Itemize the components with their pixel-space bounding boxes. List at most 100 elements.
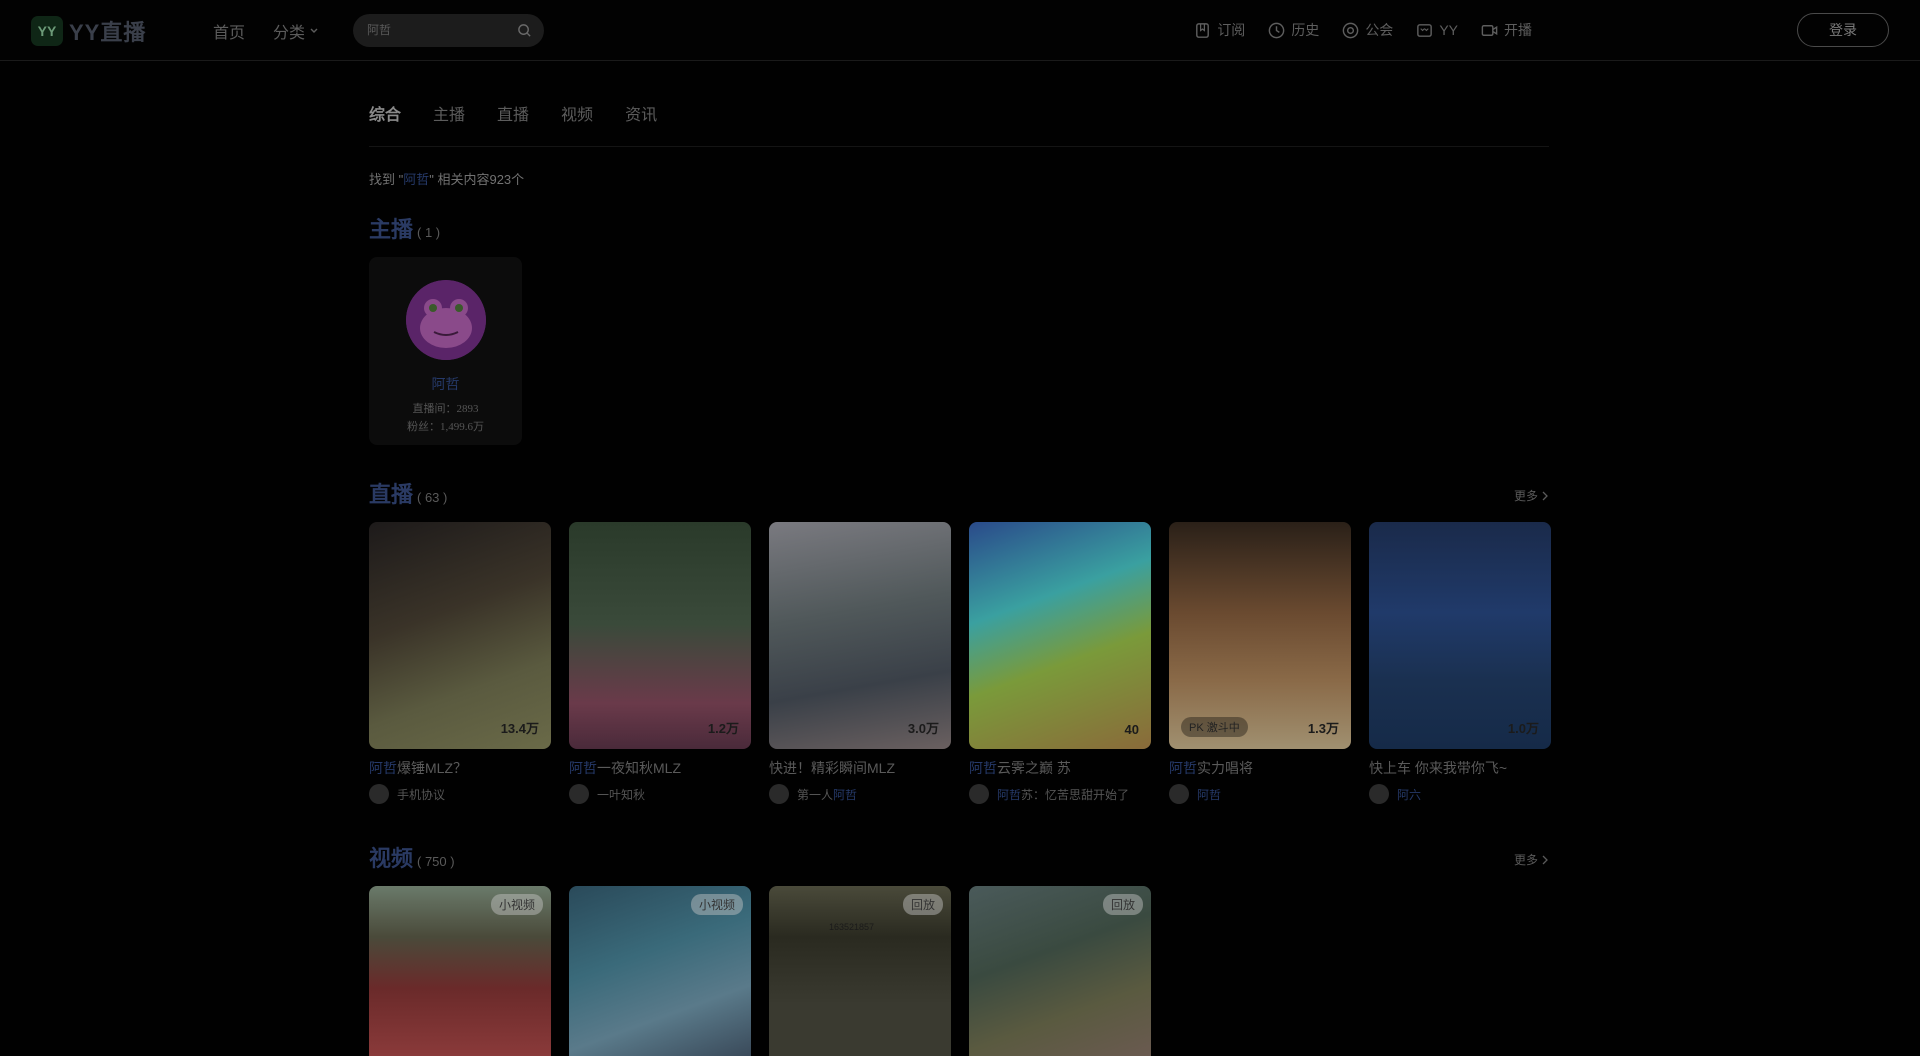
video-card[interactable]: 小视频 [369, 886, 551, 1056]
live-thumbnail[interactable]: 1.2万 [569, 522, 751, 749]
live-user[interactable]: 第一人阿哲 [769, 784, 951, 804]
viewer-count: 13.4万 [500, 721, 539, 736]
live-user[interactable]: 手机协议 [369, 784, 551, 804]
live-title-text: 云霁之巅 苏 [997, 760, 1071, 776]
video-card[interactable]: 小视频 [569, 886, 751, 1056]
streamer-card[interactable]: 阿哲 直播间：2893 粉丝：1,499.6万 [369, 257, 522, 445]
live-title[interactable]: 快进！精彩瞬间MLZ [769, 758, 951, 778]
avatar [405, 280, 486, 360]
video-room-id: 163521857 [829, 922, 875, 932]
guild-link[interactable]: 公会 [1341, 20, 1393, 40]
live-title[interactable]: 阿哲云霁之巅 苏 [969, 758, 1151, 778]
user-avatar [769, 784, 789, 804]
clock-icon [1268, 22, 1285, 38]
chevron-right-icon [1542, 491, 1548, 500]
live-thumbnail[interactable]: 1.3万 PK 激斗中 [1169, 522, 1351, 749]
live-title[interactable]: 快上车 你来我带你飞~ [1369, 758, 1551, 778]
top-header: YY YY直播 首页 分类 订阅 历史 公会 YY 开播 [0, 0, 1920, 61]
live-more-label: 更多 [1513, 489, 1538, 503]
user-avatar [369, 784, 389, 804]
user-name: 第一人阿哲 [797, 786, 857, 803]
subscribe-label: 订阅 [1217, 22, 1246, 38]
result-count-prefix: 找到 " [369, 172, 404, 187]
tab-live[interactable]: 直播 [497, 101, 529, 125]
video-thumbnail[interactable]: 回放 163521857 [769, 886, 951, 1056]
live-user[interactable]: 阿哲苏：忆苦思甜开始了 [969, 784, 1151, 804]
search-icon[interactable] [517, 23, 532, 38]
nav-home[interactable]: 首页 [213, 19, 245, 43]
live-thumbnail[interactable]: 3.0万 [769, 522, 951, 749]
video-thumbnail[interactable]: 小视频 [569, 886, 751, 1056]
live-title-text: 一夜知秋MLZ [597, 760, 681, 776]
streamer-section-label: 主播 [369, 217, 414, 242]
user-name-keyword: 阿哲 [1197, 787, 1222, 802]
streamer-meta: 直播间：2893 粉丝：1,499.6万 [369, 400, 522, 436]
bookmark-icon [1196, 22, 1210, 38]
live-thumbnail[interactable]: 1.0万 [1369, 522, 1551, 749]
result-count-suffix: " 相关内容923个 [429, 172, 525, 187]
streamer-room: 直播间：2893 [412, 403, 479, 415]
video-thumbnail[interactable]: 小视频 [369, 886, 551, 1056]
live-card[interactable]: 40 阿哲云霁之巅 苏阿哲苏：忆苦思甜开始了 [969, 522, 1151, 804]
video-more-label: 更多 [1513, 853, 1538, 867]
viewer-count: 1.0万 [1507, 721, 1539, 736]
viewer-count: 1.2万 [707, 721, 739, 736]
live-card[interactable]: 1.2万阿哲一夜知秋MLZ 一叶知秋 [569, 522, 751, 804]
user-avatar [1369, 784, 1389, 804]
user-name-keyword: 阿哲 [997, 787, 1022, 802]
live-thumbnail[interactable]: 40 [969, 522, 1151, 749]
go-live-link[interactable]: 开播 [1480, 20, 1532, 40]
camera-icon [1481, 24, 1498, 36]
tabs-divider [369, 146, 1549, 147]
live-title-keyword: 阿哲 [969, 760, 997, 776]
live-section-label: 直播 [369, 482, 414, 507]
nav-category[interactable]: 分类 [273, 19, 319, 43]
user-name-text: 第一人 [797, 787, 834, 802]
viewer-count: 3.0万 [907, 721, 939, 736]
live-title[interactable]: 阿哲爆锤MLZ？ [369, 758, 551, 778]
video-more-link[interactable]: 更多 [1514, 851, 1549, 868]
video-section-title: 视频( 750 ) [369, 841, 455, 873]
live-user[interactable]: 一叶知秋 [569, 784, 751, 804]
history-link[interactable]: 历史 [1267, 20, 1319, 40]
subscribe-link[interactable]: 订阅 [1193, 20, 1245, 40]
user-name-keyword: 阿哲 [833, 787, 858, 802]
video-thumbnail[interactable]: 回放 [969, 886, 1151, 1056]
search-input[interactable] [367, 22, 507, 36]
live-more-link[interactable]: 更多 [1514, 487, 1549, 504]
live-title-text: 爆锤MLZ？ [397, 760, 467, 776]
viewer-count: 1.3万 [1307, 721, 1339, 736]
live-card[interactable]: 3.0万快进！精彩瞬间MLZ 第一人阿哲 [769, 522, 951, 804]
tab-streamers[interactable]: 主播 [433, 101, 465, 125]
live-card[interactable]: 1.3万 PK 激斗中阿哲实力唱将阿哲 [1169, 522, 1351, 804]
video-grid: 小视频 小视频 回放 163521857 回放 [369, 886, 1549, 1056]
yy-icon [1417, 23, 1433, 37]
user-avatar [569, 784, 589, 804]
login-button[interactable]: 登录 [1797, 13, 1889, 47]
live-card[interactable]: 1.0万快上车 你来我带你飞~ 阿六 [1369, 522, 1551, 804]
video-card[interactable]: 回放 163521857 [769, 886, 951, 1056]
streamer-name[interactable]: 阿哲 [369, 374, 522, 394]
tab-videos[interactable]: 视频 [561, 101, 593, 125]
live-section-count: ( 63 ) [417, 490, 448, 505]
user-name: 阿六 [1397, 786, 1421, 803]
live-user[interactable]: 阿六 [1369, 784, 1551, 804]
tab-news[interactable]: 资讯 [625, 101, 657, 125]
guild-icon [1342, 22, 1359, 38]
live-user[interactable]: 阿哲 [1169, 784, 1351, 804]
tab-all[interactable]: 综合 [369, 101, 401, 125]
logo[interactable]: YY YY直播 [31, 15, 146, 47]
video-card[interactable]: 回放 [969, 886, 1151, 1056]
logo-mark: YY [31, 16, 63, 46]
streamer-fans: 粉丝：1,499.6万 [407, 421, 484, 433]
live-title-text: 实力唱将 [1197, 760, 1253, 776]
live-card[interactable]: 13.4万阿哲爆锤MLZ？ 手机协议 [369, 522, 551, 804]
live-title-text: 快进！精彩瞬间MLZ [769, 760, 895, 776]
live-thumbnail[interactable]: 13.4万 [369, 522, 551, 749]
user-name-text: 手机协议 [397, 787, 446, 802]
live-title[interactable]: 阿哲一夜知秋MLZ [569, 758, 751, 778]
live-title[interactable]: 阿哲实力唱将 [1169, 758, 1351, 778]
yy-link[interactable]: YY [1415, 20, 1458, 40]
video-type-badge: 回放 [902, 894, 943, 915]
yy-label: YY [1439, 22, 1458, 38]
